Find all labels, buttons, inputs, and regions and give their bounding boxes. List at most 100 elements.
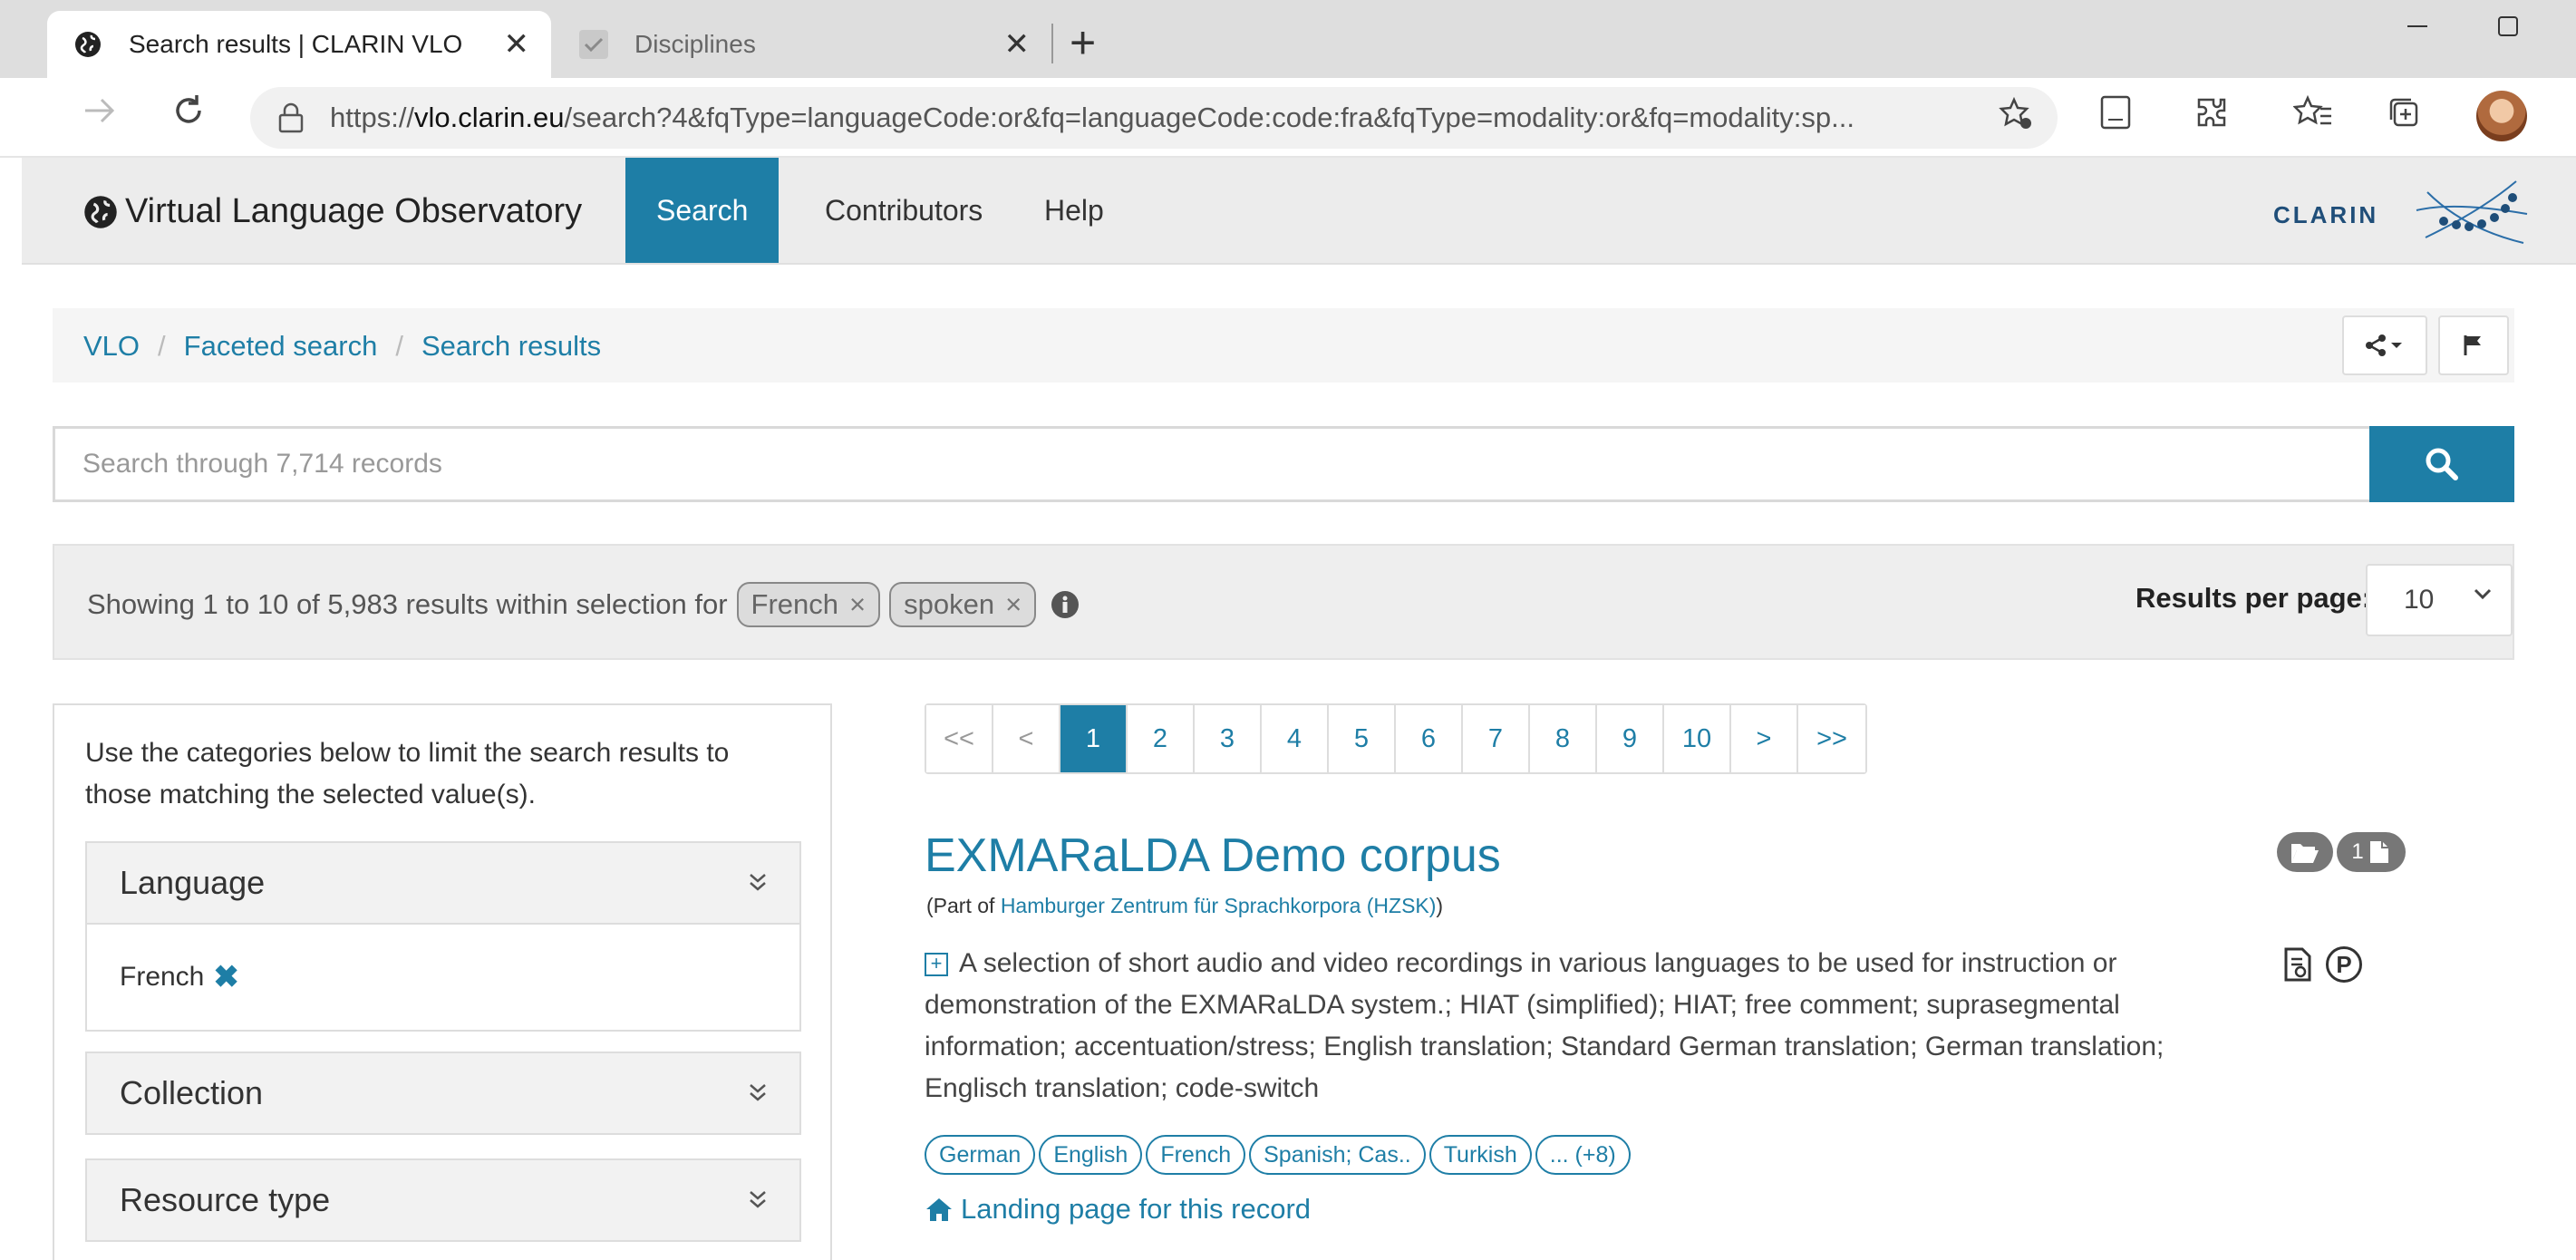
facet-resource-type: Resource type [85, 1158, 801, 1242]
resource-count-badge[interactable]: 1 [2337, 832, 2406, 872]
reading-view-icon[interactable] [2099, 94, 2132, 140]
page-prev[interactable]: < [993, 705, 1060, 772]
part-of-link[interactable]: Hamburger Zentrum für Sprachkorpora (HZS… [1001, 894, 1437, 917]
page-next[interactable]: > [1731, 705, 1798, 772]
close-tab-icon[interactable]: ✕ [1004, 26, 1031, 63]
folder-open-icon [2291, 844, 2319, 863]
facets-panel: Use the categories below to limit the se… [53, 703, 832, 1260]
double-chevron-down-icon [747, 867, 769, 894]
info-icon[interactable] [1051, 590, 1080, 619]
page-9[interactable]: 9 [1597, 705, 1664, 772]
document-search-icon[interactable] [2282, 946, 2315, 983]
chevron-down-icon [2471, 582, 2494, 612]
tab-disciplines[interactable]: Disciplines ✕ [553, 11, 1051, 78]
record-description: + A selection of short audio and video re… [925, 943, 2212, 1110]
search-placeholder: Search through 7,714 records [82, 449, 442, 479]
record-part-of: (Part of Hamburger Zentrum für Sprachkor… [926, 894, 1443, 918]
language-tag[interactable]: French [1146, 1135, 1246, 1175]
clarin-logo-text: CLARIN [2273, 201, 2378, 228]
page-5[interactable]: 5 [1329, 705, 1396, 772]
breadcrumb-search-results[interactable]: Search results [421, 330, 601, 363]
results-per-page-value: 10 [2404, 585, 2435, 615]
maximize-icon[interactable] [2494, 13, 2522, 48]
facet-header[interactable]: Language [87, 843, 799, 923]
double-chevron-down-icon [747, 1184, 769, 1211]
browser-tab-bar: Search results | CLARIN VLO ✕ Discipline… [0, 0, 2576, 78]
page-2[interactable]: 2 [1128, 705, 1195, 772]
resource-count: 1 [2351, 839, 2364, 864]
profile-avatar[interactable] [2476, 91, 2527, 141]
page-8[interactable]: 8 [1530, 705, 1597, 772]
breadcrumb: VLO / Faceted search / Search results [83, 330, 601, 363]
language-tag[interactable]: ... (+8) [1535, 1135, 1631, 1175]
remove-value-icon[interactable]: ✖ [213, 959, 239, 995]
remove-filter-icon[interactable]: × [849, 588, 866, 621]
breadcrumb-faceted-search[interactable]: Faceted search [184, 330, 378, 363]
add-favorite-icon[interactable] [1998, 96, 2034, 141]
landing-page-link[interactable]: Landing page for this record [925, 1193, 1311, 1226]
facet-title: Collection [120, 1074, 264, 1111]
page-10[interactable]: 10 [1664, 705, 1731, 772]
page-3[interactable]: 3 [1195, 705, 1262, 772]
page-first[interactable]: << [926, 705, 993, 772]
extensions-icon[interactable] [2193, 94, 2230, 140]
part-of-prefix: (Part of [926, 894, 995, 917]
site-brand[interactable]: Virtual Language Observatory [83, 192, 582, 231]
page-7[interactable]: 7 [1463, 705, 1530, 772]
tab-search-results[interactable]: Search results | CLARIN VLO ✕ [47, 11, 551, 78]
results-count-text: Showing 1 to 10 of 5,983 results within … [87, 588, 728, 620]
filter-chip-spoken[interactable]: spoken × [889, 582, 1037, 627]
filter-chip-label: spoken [904, 588, 995, 620]
page-last[interactable]: >> [1798, 705, 1865, 772]
facet-value-label: French [120, 962, 205, 992]
minimize-icon[interactable] [2404, 13, 2431, 48]
collections-icon[interactable] [2386, 94, 2422, 140]
clarin-logo[interactable]: CLARIN [2273, 174, 2536, 252]
nav-help[interactable]: Help [1013, 158, 1135, 263]
facet-header[interactable]: Collection [87, 1053, 799, 1133]
expand-icon[interactable]: + [925, 953, 948, 976]
selection-bar: Showing 1 to 10 of 5,983 results within … [53, 544, 2514, 660]
language-tag[interactable]: Turkish [1428, 1135, 1532, 1175]
language-tag[interactable]: German [925, 1135, 1036, 1175]
breadcrumb-vlo[interactable]: VLO [83, 330, 140, 363]
nav-search[interactable]: Search [625, 158, 780, 263]
page-1[interactable]: 1 [1060, 705, 1128, 772]
favorites-icon[interactable] [2292, 94, 2333, 140]
facet-selected-value: French ✖ [87, 923, 799, 1030]
remove-filter-icon[interactable]: × [1005, 588, 1022, 621]
page-4[interactable]: 4 [1262, 705, 1329, 772]
url-field[interactable]: https://vlo.clarin.eu/search?4&fqType=la… [250, 87, 2058, 149]
facet-header[interactable]: Resource type [87, 1160, 799, 1240]
breadcrumb-bar: VLO / Faceted search / Search results [53, 308, 2514, 383]
reload-icon[interactable] [169, 91, 208, 141]
p-badge-icon[interactable]: P [2326, 946, 2362, 983]
home-icon [925, 1196, 954, 1223]
close-tab-icon[interactable]: ✕ [504, 26, 530, 63]
site-brand-label: Virtual Language Observatory [125, 192, 583, 230]
filter-chip-french[interactable]: French × [736, 582, 881, 627]
folder-badge[interactable] [2277, 832, 2333, 872]
landing-page-label: Landing page for this record [961, 1193, 1312, 1225]
new-tab-button[interactable]: + [1070, 16, 1096, 69]
search-input[interactable]: Search through 7,714 records [53, 426, 2371, 502]
facets-intro: Use the categories below to limit the se… [85, 738, 730, 809]
double-chevron-down-icon [747, 1077, 769, 1104]
language-tag[interactable]: Spanish; Cas.. [1249, 1135, 1426, 1175]
results-per-page-select[interactable]: 10 [2366, 564, 2513, 636]
forward-icon[interactable] [80, 91, 120, 141]
language-tag[interactable]: English [1039, 1135, 1143, 1175]
share-icon [2366, 334, 2402, 356]
search-icon [2426, 448, 2458, 480]
flag-button[interactable] [2438, 315, 2509, 375]
search-button[interactable] [2369, 426, 2514, 502]
share-button[interactable] [2342, 315, 2427, 375]
results-per-page-label: Results per page: [2135, 582, 2372, 614]
facet-title: Language [120, 864, 266, 901]
page-6[interactable]: 6 [1396, 705, 1463, 772]
facet-language: Language French ✖ [85, 841, 801, 1032]
nav-contributors[interactable]: Contributors [794, 158, 1013, 263]
record-title[interactable]: EXMARaLDA Demo corpus [925, 829, 1501, 883]
nav-search-label: Search [656, 193, 749, 227]
part-of-suffix: ) [1436, 894, 1444, 917]
